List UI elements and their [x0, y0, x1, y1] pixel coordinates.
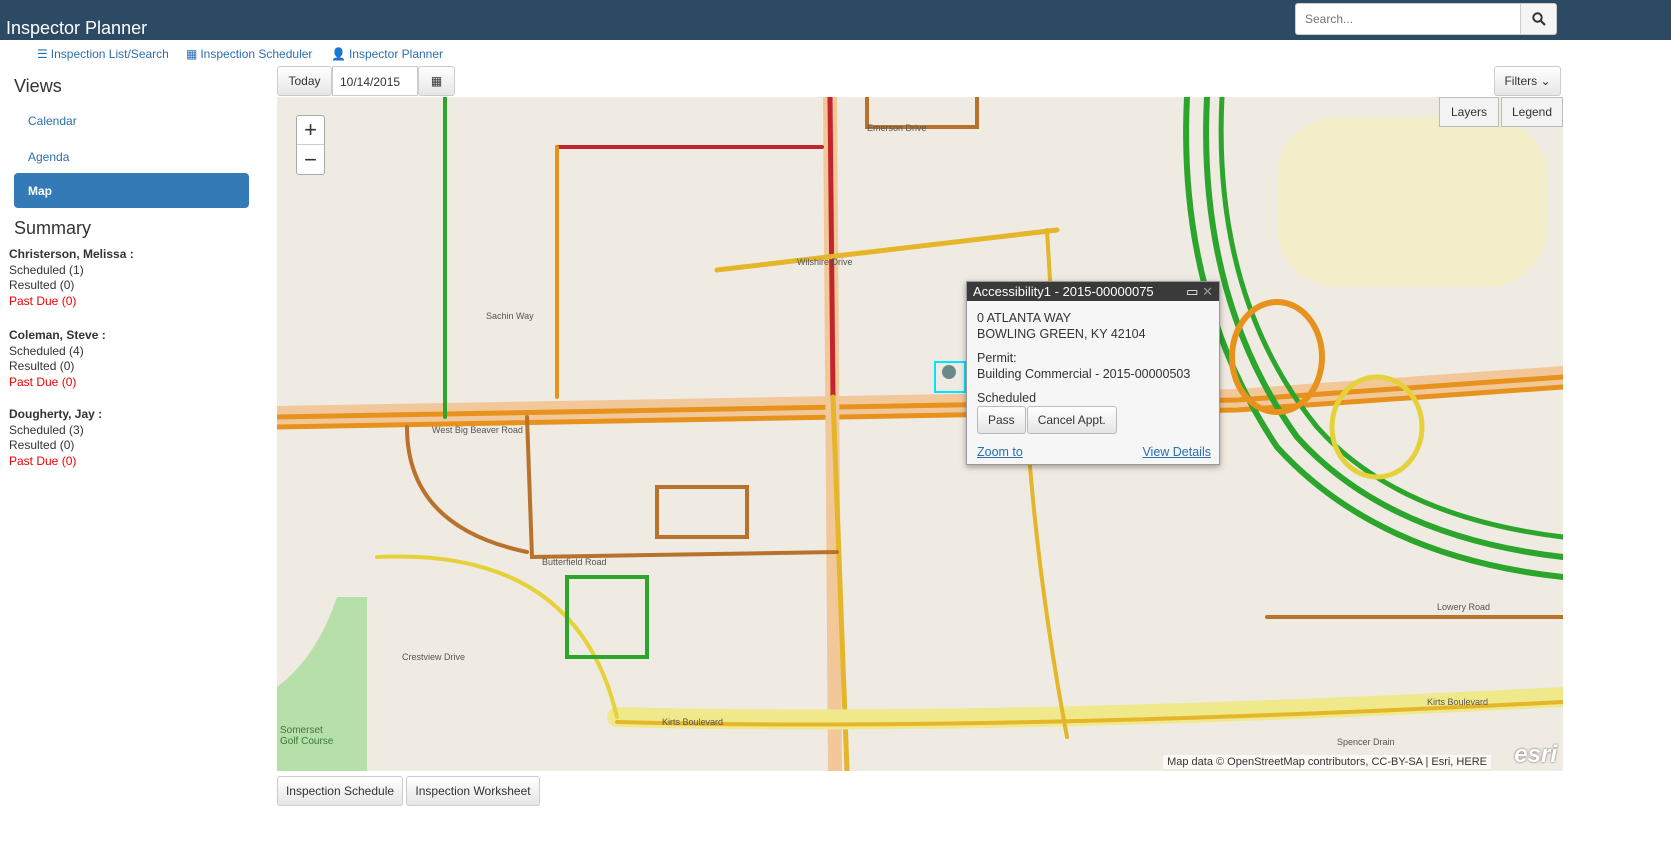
inspector-summary: Coleman, Steve : Scheduled (4) Resulted …	[9, 328, 106, 389]
calendar-icon: ▦	[186, 47, 198, 61]
inspector-summary: Dougherty, Jay : Scheduled (3) Resulted …	[9, 407, 103, 468]
search-icon	[1531, 12, 1546, 26]
popup-header: Accessibility1 - 2015-00000075 ▭ ✕	[967, 282, 1219, 301]
nav-inspection-list[interactable]: ☰ Inspection List/Search	[37, 47, 169, 61]
permit-label: Permit:	[977, 351, 1017, 365]
date-picker-button[interactable]: ▦	[418, 66, 455, 96]
search-input[interactable]	[1295, 3, 1521, 35]
view-calendar[interactable]: Calendar	[14, 103, 249, 138]
address-line: 0 ATLANTA WAY	[977, 311, 1072, 325]
summary-heading: Summary	[14, 218, 92, 238]
date-input[interactable]: 10/14/2015	[332, 66, 418, 96]
street-label: Lowery Road	[1437, 602, 1491, 612]
view-agenda[interactable]: Agenda	[14, 139, 249, 174]
nav-inspection-scheduler[interactable]: ▦ Inspection Scheduler	[186, 47, 312, 61]
legend-button[interactable]: Legend	[1501, 97, 1563, 127]
big-beaver-road	[277, 366, 1563, 428]
zoom-in-button[interactable]: +	[297, 116, 324, 145]
street-label: Kirts Boulevard	[662, 717, 724, 727]
street-label: Butterfield Road	[542, 557, 607, 567]
maximize-icon[interactable]: ▭	[1186, 284, 1198, 299]
zoom-out-button[interactable]: −	[297, 145, 324, 174]
street-label: Emerson Drive	[867, 123, 927, 133]
user-icon: 👤	[331, 47, 346, 61]
inspection-worksheet-button[interactable]: Inspection Worksheet	[406, 776, 540, 806]
nav-inspector-planner[interactable]: 👤 Inspector Planner	[331, 47, 443, 61]
mall-area	[1277, 117, 1547, 287]
zoom-control: + −	[296, 115, 325, 175]
inspection-schedule-button[interactable]: Inspection Schedule	[277, 776, 403, 806]
views-heading: Views	[14, 76, 62, 96]
close-icon[interactable]: ✕	[1202, 284, 1213, 299]
inspection-popup: Accessibility1 - 2015-00000075 ▭ ✕ 0 ATL…	[966, 281, 1220, 465]
street-label: Kirts Boulevard	[1427, 697, 1489, 707]
chevron-down-icon: ⌄	[1540, 74, 1551, 88]
address-line: BOWLING GREEN, KY 42104	[977, 327, 1146, 341]
list-icon: ☰	[37, 47, 48, 61]
golf-course-label: Somerset Golf Course	[280, 725, 334, 747]
today-button[interactable]: Today	[277, 66, 332, 96]
map[interactable]: Emerson Drive Wilshire Drive Sachin Way …	[277, 97, 1563, 771]
inspector-summary: Christerson, Melissa : Scheduled (1) Res…	[9, 247, 134, 308]
view-details-link[interactable]: View Details	[1142, 445, 1211, 459]
street-label: Wilshire Drive	[797, 257, 853, 267]
zoom-to-link[interactable]: Zoom to	[977, 445, 1023, 459]
pass-button[interactable]: Pass	[977, 406, 1026, 434]
app-title: Inspector Planner	[6, 18, 148, 38]
map-attribution: Map data © OpenStreetMap contributors, C…	[1163, 755, 1491, 769]
street-label: Crestview Drive	[402, 652, 466, 662]
esri-logo: esri	[1514, 741, 1557, 768]
top-bar: Inspector Planner	[0, 0, 1671, 40]
street-label: Sachin Way	[486, 311, 534, 321]
cancel-appt-button[interactable]: Cancel Appt.	[1026, 406, 1117, 434]
view-map[interactable]: Map	[14, 173, 249, 208]
pushpin-icon	[942, 365, 956, 379]
layers-button[interactable]: Layers	[1439, 97, 1499, 127]
calendar-icon: ▦	[430, 74, 443, 88]
street-label: Spencer Drain	[1337, 737, 1395, 747]
popup-title: Accessibility1 - 2015-00000075	[973, 284, 1154, 299]
permit-value: Building Commercial - 2015-00000503	[977, 367, 1191, 381]
search-button[interactable]	[1520, 3, 1557, 35]
street-label: West Big Beaver Road	[432, 425, 523, 435]
filters-button[interactable]: Filters ⌄	[1494, 66, 1561, 96]
status-text: Scheduled	[977, 391, 1037, 405]
